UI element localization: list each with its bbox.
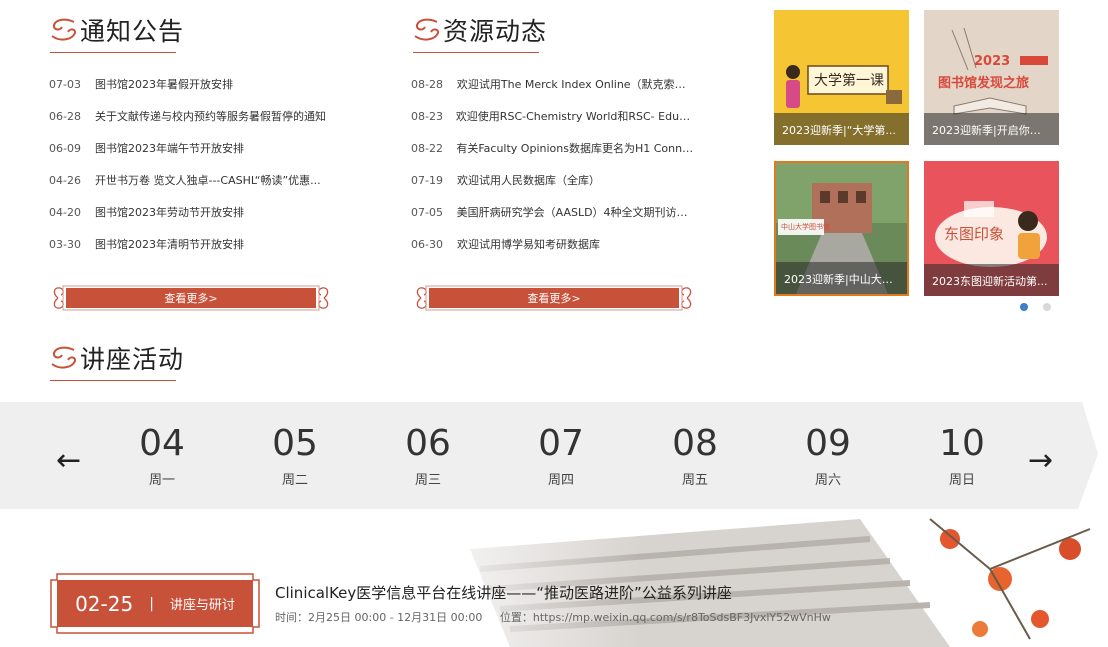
next-week-arrow-icon[interactable]: → (1028, 443, 1053, 478)
swirl-ornament-icon (414, 18, 440, 41)
list-item[interactable]: 08-23 欢迎使用RSC-Chemistry World和RSC- Educa.… (411, 100, 696, 132)
list-item[interactable]: 07-03 图书馆2023年暑假开放安排 (49, 68, 349, 100)
event-title-link[interactable]: ClinicalKey医学信息平台在线讲座——“推动医路进阶”公益系列讲座 (275, 582, 732, 603)
resources-title: 资源动态 (443, 17, 548, 46)
list-item[interactable]: 06-09 图书馆2023年端午节开放安排 (49, 132, 349, 164)
badge-separator: | (149, 595, 154, 612)
calendar-day[interactable]: 06 周三 (383, 425, 473, 489)
list-item[interactable]: 07-05 美国肝病研究学会（AASLD）4种全文期刊访问... (411, 196, 696, 228)
event-category: 讲座与研讨 (169, 598, 235, 613)
more-label: 查看更多> (164, 292, 218, 305)
list-item[interactable]: 08-22 有关Faculty Opinions数据库更名为H1 Conne... (411, 132, 696, 164)
badge-body: 02-25 | 讲座与研讨 (57, 580, 253, 627)
card-art-text: 东图印象 (944, 225, 1005, 243)
prev-week-arrow-icon[interactable]: ← (56, 443, 81, 478)
lectures-title: 讲座活动 (80, 345, 185, 374)
card-art-text: 图书馆发现之旅 (938, 76, 1030, 91)
list-item[interactable]: 04-26 开世书万卷 览文人独卓---CASHL“畅读”优惠... (49, 164, 349, 196)
card-art-year: 2023 (974, 54, 1011, 69)
calendar-day[interactable]: 10 周日 (917, 425, 1007, 489)
card-art-text: 中山大学图书馆 (781, 223, 830, 231)
title-underline (50, 52, 176, 53)
card-caption: 2023迎新季|中山大学... (776, 262, 907, 294)
title-underline (413, 52, 539, 53)
carousel-dot-active[interactable] (1020, 303, 1028, 311)
carousel-dot[interactable] (1043, 303, 1051, 311)
calendar-day[interactable]: 05 周二 (250, 425, 340, 489)
list-item[interactable]: 04-20 图书馆2023年劳动节开放安排 (49, 196, 349, 228)
news-card[interactable]: 大学第一课 2023迎新季|“大学第... (774, 10, 909, 145)
list-item[interactable]: 07-19 欢迎试用人民数据库（全库） (411, 164, 696, 196)
resources-list: 08-28 欢迎试用The Merck Index Online（默克索引） 08… (411, 68, 696, 260)
news-card[interactable]: 东图印象 2023东图迎新活动第... (924, 161, 1059, 296)
card-art-text: 大学第一课 (814, 73, 884, 89)
lectures-section-title: 讲座活动 (48, 340, 185, 381)
event-location: 位置：https://mp.weixin.qq.com/s/r8ToSdsBF3… (499, 611, 831, 624)
event-date-badge[interactable]: 02-25 | 讲座与研讨 (49, 572, 261, 635)
title-underline (50, 380, 176, 381)
notices-section-title: 通知公告 (48, 12, 185, 53)
list-item[interactable]: 06-28 关于文献传递与校内预约等服务暑假暂停的通知 (49, 100, 349, 132)
card-caption: 2023东图迎新活动第... (924, 264, 1059, 296)
more-label: 查看更多> (527, 292, 581, 305)
resources-section-title: 资源动态 (411, 12, 548, 53)
calendar-day[interactable]: 07 周四 (516, 425, 606, 489)
swirl-ornament-icon (51, 346, 77, 369)
event-date: 02-25 (75, 591, 134, 616)
card-caption: 2023迎新季|“大学第... (774, 113, 909, 145)
notices-list: 07-03 图书馆2023年暑假开放安排 06-28 关于文献传递与校内预约等服务暑… (49, 68, 349, 260)
notices-more-button[interactable]: 查看更多> (48, 283, 334, 313)
list-item[interactable]: 06-30 欢迎试用博学易知考研数据库 (411, 228, 696, 260)
notices-title: 通知公告 (80, 17, 185, 46)
swirl-ornament-icon (51, 18, 77, 41)
list-item[interactable]: 03-30 图书馆2023年清明节开放安排 (49, 228, 349, 260)
calendar-day[interactable]: 09 周六 (783, 425, 873, 489)
resources-more-button[interactable]: 查看更多> (411, 283, 697, 313)
card-caption: 2023迎新季|开启你的... (924, 113, 1059, 145)
list-item[interactable]: 08-28 欢迎试用The Merck Index Online（默克索引） (411, 68, 696, 100)
event-meta: 时间：2月25日 00:00 - 12月31日 00:00 位置：https:/… (275, 609, 845, 625)
event-time: 时间：2月25日 00:00 - 12月31日 00:00 (275, 611, 483, 624)
calendar-day[interactable]: 08 周五 (650, 425, 740, 489)
background-scenery-image (390, 509, 1108, 647)
band-corner-cut (1078, 402, 1108, 509)
news-card[interactable]: 2023 图书馆发现之旅 2023迎新季|开启你的... (924, 10, 1059, 145)
calendar-day[interactable]: 04 周一 (117, 425, 207, 489)
news-card[interactable]: 中山大学图书馆 2023迎新季|中山大学... (774, 161, 909, 296)
